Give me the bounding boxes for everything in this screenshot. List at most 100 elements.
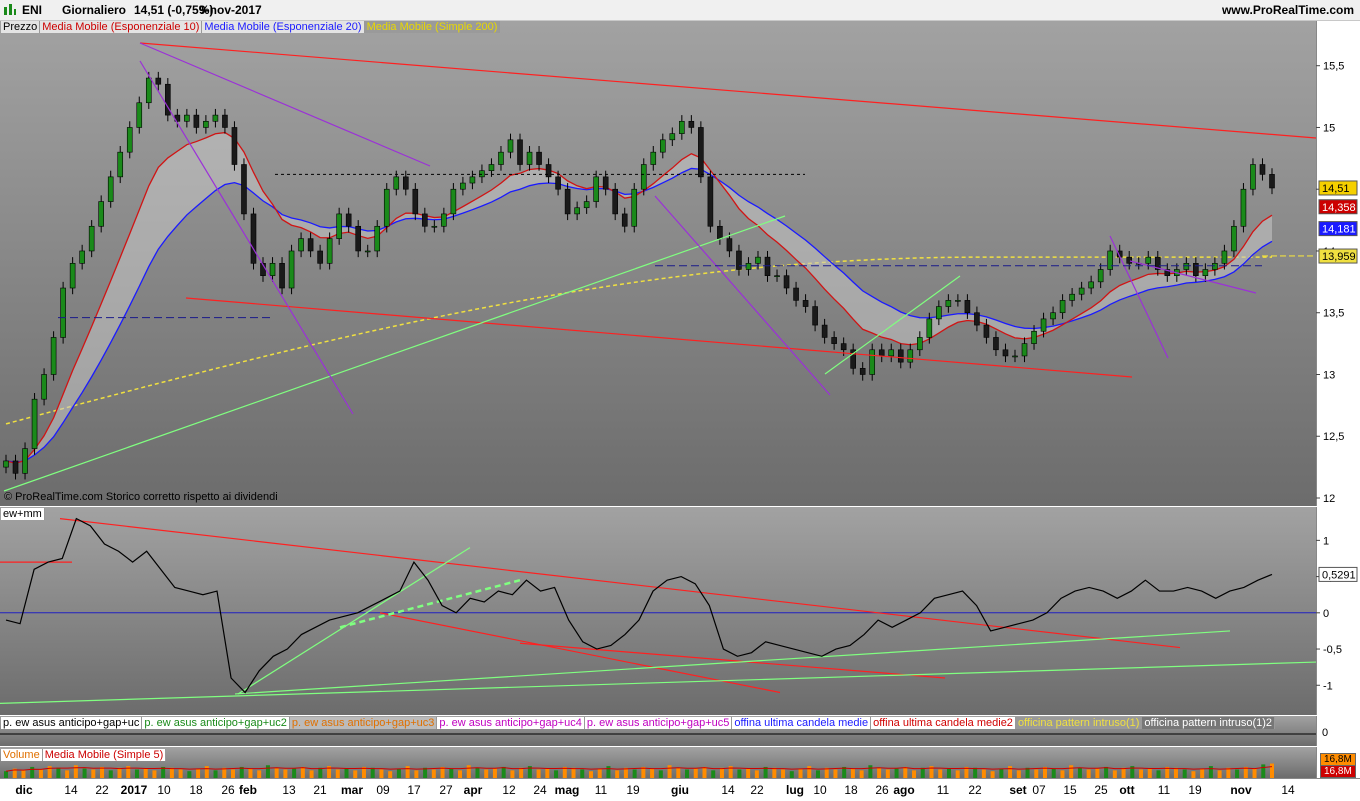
x-tick-label: 22	[750, 783, 764, 797]
volume-bar	[1060, 770, 1065, 778]
x-tick-label: 27	[439, 783, 453, 797]
volume-bar	[1034, 769, 1039, 778]
volume-bar	[30, 766, 35, 778]
candle-body	[126, 127, 133, 153]
x-tick-label: 14	[721, 783, 735, 797]
volume-bar	[169, 767, 174, 778]
x-tick-label: nov	[1230, 783, 1252, 797]
volume-bar	[458, 770, 463, 778]
ind-y-tick-label: 0	[1323, 608, 1329, 620]
volume-bar	[56, 767, 61, 778]
volume-bar	[545, 768, 550, 778]
volume-bar	[196, 768, 201, 778]
last-tag-sma200: 13,959	[1322, 251, 1356, 263]
volume-bar	[1173, 767, 1178, 778]
volume-bar	[554, 770, 559, 778]
volume-bar	[353, 770, 358, 778]
candle-body	[926, 318, 933, 338]
volume-bar	[815, 770, 820, 778]
volume-bar	[990, 771, 995, 778]
volume-bar	[1191, 771, 1196, 778]
x-tick-label: feb	[239, 783, 257, 797]
x-tick-label: 15	[1063, 783, 1077, 797]
volume-bar	[1270, 763, 1274, 778]
volume-bar	[152, 770, 157, 778]
candle-body	[1259, 164, 1266, 175]
volume-bar	[117, 767, 122, 778]
x-tick-label: 14	[64, 783, 78, 797]
volume-bar	[73, 765, 78, 778]
candle-body	[726, 238, 733, 252]
candle-body	[3, 460, 9, 468]
indicator-chart[interactable]: 10,50-0,5-10,5291	[0, 507, 1360, 715]
candle-body	[355, 225, 361, 252]
volume-bar	[38, 769, 43, 778]
candle-body	[659, 139, 666, 153]
volume-bar	[833, 769, 838, 778]
volume-bar	[1121, 767, 1126, 778]
volume-bar	[920, 767, 925, 778]
candle-body	[22, 448, 28, 474]
volume-bar	[781, 769, 786, 778]
volume-bar	[370, 767, 375, 778]
volume-bar	[850, 768, 855, 778]
candle-body	[564, 188, 571, 215]
x-tick-label: 18	[189, 783, 203, 797]
candle-body	[288, 250, 295, 289]
x-tick-label: 11	[594, 783, 608, 797]
candle-body	[764, 256, 771, 276]
candle-body	[1088, 281, 1094, 289]
candle-body	[155, 77, 162, 85]
candle-body	[60, 287, 66, 338]
site-link[interactable]: www.ProRealTime.com	[1222, 3, 1354, 17]
candle-body	[1002, 349, 1009, 357]
x-tick-label: giu	[671, 783, 689, 797]
price-chart[interactable]: 15,51514,51413,51312,51214,5114,35814,18…	[0, 21, 1360, 506]
candle-body	[279, 263, 285, 289]
volume-bar	[702, 766, 707, 778]
volume-bar	[772, 767, 777, 778]
candle-body	[412, 188, 419, 215]
ind-trend-green-3	[237, 547, 471, 695]
candle-body	[574, 207, 580, 215]
y-tick-label: 15,5	[1323, 61, 1344, 73]
candle-body	[431, 225, 438, 228]
volume-bar	[274, 767, 279, 778]
candle-body	[203, 120, 209, 128]
x-tick-label: set	[1009, 783, 1027, 797]
candle-body	[479, 170, 485, 178]
candle-body	[983, 324, 990, 338]
x-tick-label: ott	[1119, 783, 1135, 797]
x-tick-label: 2017	[120, 783, 148, 797]
candle-body	[631, 188, 638, 227]
volume-bar	[903, 766, 908, 778]
candle-body	[840, 343, 847, 351]
x-tick-label: 09	[376, 783, 390, 797]
volume-bar	[946, 768, 951, 778]
last-tag-ema20: 14,181	[1322, 224, 1356, 236]
candle-body	[945, 300, 952, 307]
volume-bar	[894, 768, 899, 778]
candle-body	[640, 164, 647, 190]
volume-bar	[108, 770, 113, 778]
volume-bar	[868, 765, 873, 778]
x-tick-label: 17	[407, 783, 421, 797]
x-tick-label: apr	[463, 783, 483, 797]
candle-body	[707, 176, 714, 227]
volume-bar	[1208, 766, 1213, 778]
ind-trend-red-3	[519, 642, 946, 679]
chart-icon	[4, 4, 16, 15]
candle-body	[517, 139, 523, 165]
volume-bar	[571, 767, 576, 778]
x-tick-label: 18	[844, 783, 858, 797]
candle-body	[393, 176, 400, 190]
volume-bar	[318, 767, 323, 778]
candle-body	[831, 337, 837, 344]
volume-bar	[300, 766, 305, 778]
volume-bar	[134, 769, 139, 778]
candle-body	[1040, 318, 1047, 332]
volume-bar	[658, 770, 663, 778]
last-tag-price: 14,51	[1322, 183, 1350, 195]
ind-trend-green-dashed	[339, 578, 521, 629]
volume-bar	[257, 770, 262, 778]
